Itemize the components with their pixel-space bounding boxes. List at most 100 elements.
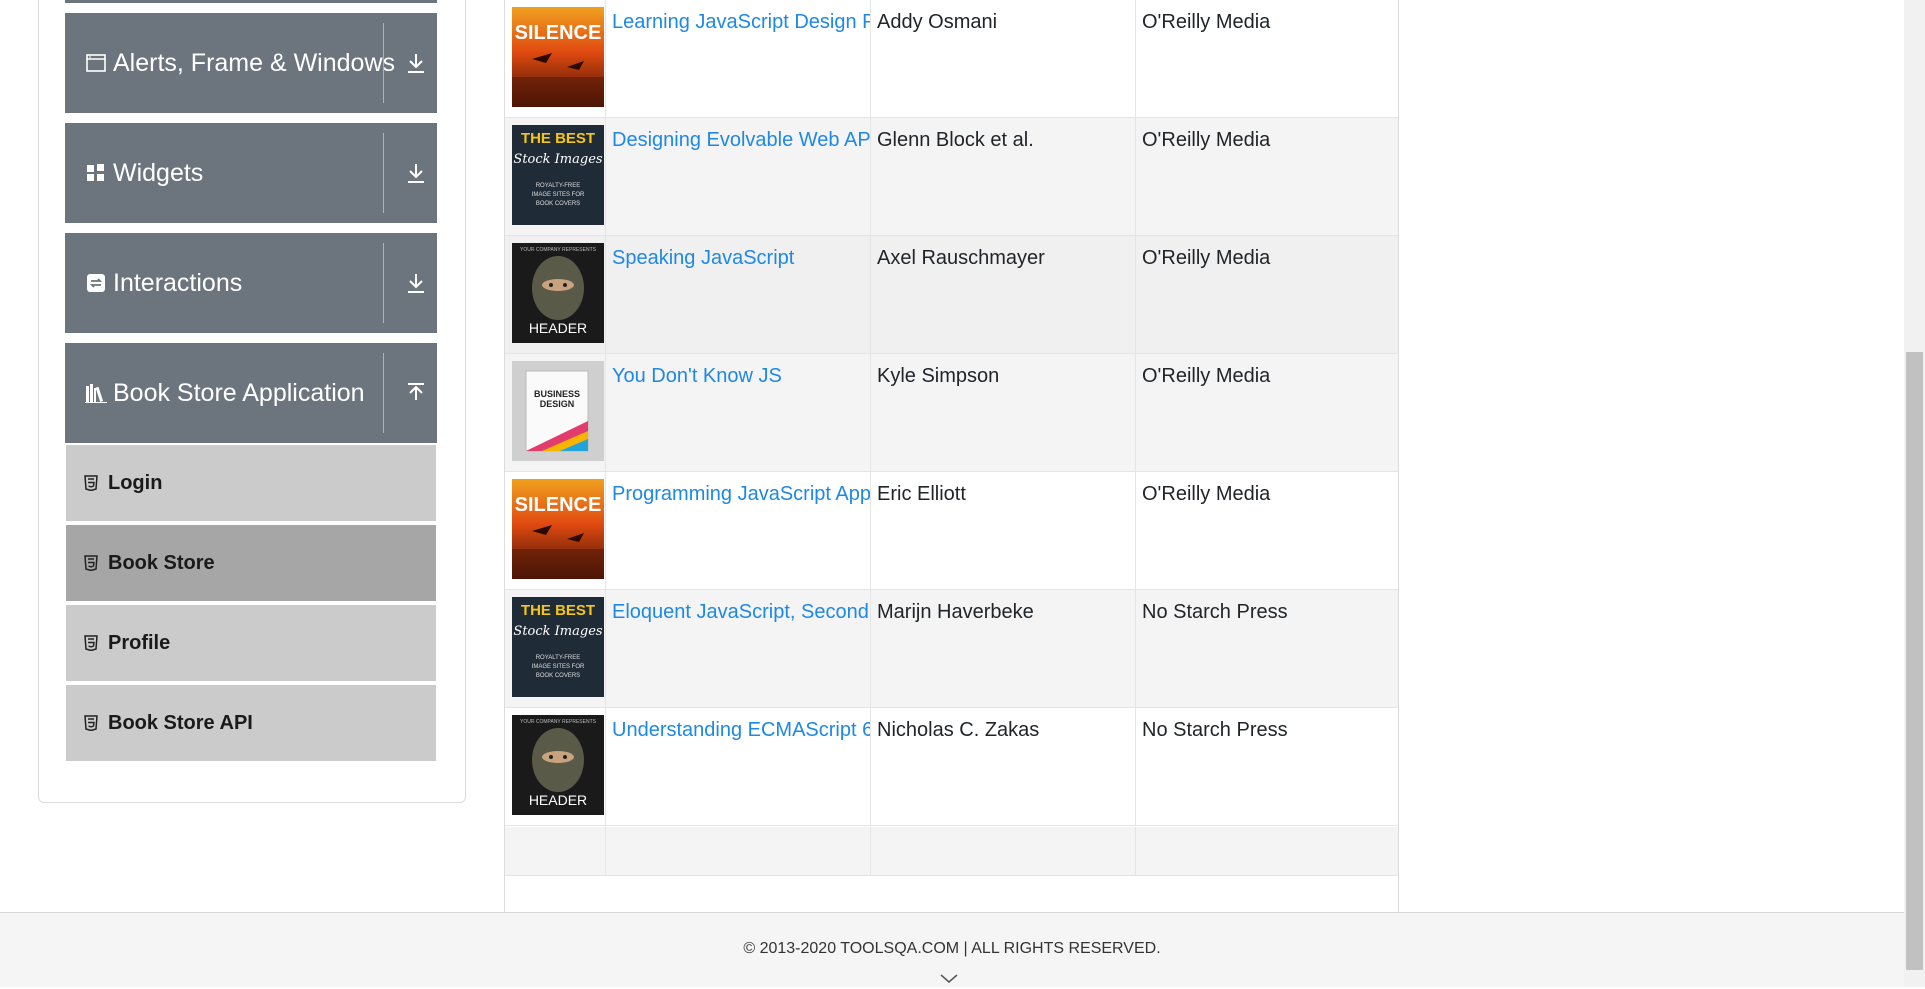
books-table: SILENCE Learning JavaScript Design Patte… (504, 0, 1399, 912)
cover-cell: THE BEST Stock Images ROYALTY-FREE IMAGE… (505, 590, 606, 707)
group-header-widgets[interactable]: Widgets (65, 123, 437, 223)
svg-text:HEADER: HEADER (529, 792, 587, 808)
group-title: Alerts, Frame & Windows (113, 48, 396, 77)
svg-text:THE BEST: THE BEST (521, 602, 595, 619)
svg-text:Stock Images: Stock Images (513, 152, 602, 167)
svg-text:SILENCE: SILENCE (515, 22, 602, 44)
menu-item-profile[interactable]: Profile (66, 603, 436, 681)
interactions-icon (85, 272, 107, 294)
table-row: THE BEST Stock Images ROYALTY-FREE IMAGE… (505, 590, 1398, 708)
svg-text:THE BEST: THE BEST (521, 130, 595, 147)
copyright-text: © 2013-2020 TOOLSQA.COM | ALL RIGHTS RES… (743, 940, 1161, 957)
svg-text:YOUR COMPANY REPRESENTS: YOUR COMPANY REPRESENTS (520, 247, 597, 253)
window-icon (85, 52, 107, 74)
book-cover-image: YOUR COMPANY REPRESENTS HEADER (512, 243, 604, 343)
group-title: Book Store Application (113, 378, 365, 407)
menu-item-label: Book Store (108, 551, 215, 574)
svg-text:DESIGN: DESIGN (540, 399, 575, 409)
menu-item-label: Profile (108, 631, 171, 654)
cover-cell: YOUR COMPANY REPRESENTS HEADER (505, 708, 606, 825)
menu-item-book-store[interactable]: Book Store (66, 523, 436, 601)
svg-text:SILENCE: SILENCE (515, 494, 602, 516)
svg-text:BOOK COVERS: BOOK COVERS (536, 673, 580, 679)
widgets-icon (85, 162, 107, 184)
book-cover-image: SILENCE (512, 479, 604, 579)
book-title-link[interactable]: Eloquent JavaScript, Second Edition (612, 601, 870, 624)
group-divider (383, 353, 384, 433)
book-publisher: O'Reilly Media (1142, 247, 1271, 269)
book-cover-image: THE BEST Stock Images ROYALTY-FREE IMAGE… (512, 125, 604, 225)
html5-icon (84, 715, 98, 731)
book-cover-image: BUSINESS DESIGN (512, 361, 604, 461)
books-icon (85, 382, 107, 404)
book-title-link[interactable]: Learning JavaScript Design Patterns (612, 11, 870, 34)
svg-text:Stock Images: Stock Images (513, 624, 602, 639)
download-arrow-icon[interactable] (395, 13, 437, 113)
table-row: YOUR COMPANY REPRESENTS HEADER Speaking … (505, 236, 1398, 354)
svg-text:HEADER: HEADER (529, 320, 587, 336)
group-divider (383, 23, 384, 103)
group-title: Interactions (113, 268, 243, 297)
book-title-link[interactable]: Understanding ECMAScript 6 (612, 719, 870, 742)
table-row: THE BEST Stock Images ROYALTY-FREE IMAGE… (505, 118, 1398, 236)
download-arrow-icon[interactable] (395, 233, 437, 333)
book-author: Axel Rauschmayer (877, 247, 1045, 269)
empty-table-row (505, 827, 1398, 876)
book-title-link[interactable]: Programming JavaScript Applications (612, 483, 870, 506)
cover-cell: SILENCE (505, 0, 606, 117)
svg-text:YOUR COMPANY REPRESENTS: YOUR COMPANY REPRESENTS (520, 719, 597, 725)
cell-divider (870, 827, 871, 875)
cover-cell: SILENCE (505, 472, 606, 589)
cell-divider (1135, 827, 1136, 875)
cover-cell: BUSINESS DESIGN (505, 354, 606, 471)
book-title-link[interactable]: Designing Evolvable Web APIs with ASP.NE… (612, 129, 870, 152)
svg-text:IMAGE SITES FOR: IMAGE SITES FOR (532, 664, 585, 670)
svg-text:BUSINESS: BUSINESS (534, 389, 580, 399)
menu-item-label: Login (108, 471, 163, 494)
svg-text:IMAGE SITES FOR: IMAGE SITES FOR (532, 192, 585, 198)
book-cover-image: YOUR COMPANY REPRESENTS HEADER (512, 715, 604, 815)
svg-text:ROYALTY-FREE: ROYALTY-FREE (536, 183, 581, 189)
book-publisher: O'Reilly Media (1142, 129, 1271, 151)
table-row: SILENCE Learning JavaScript Design Patte… (505, 0, 1398, 118)
book-publisher: O'Reilly Media (1142, 11, 1271, 33)
menu-item-login[interactable]: Login (66, 443, 436, 521)
cover-cell: YOUR COMPANY REPRESENTS HEADER (505, 236, 606, 353)
table-row: SILENCE Programming JavaScript Applicati… (505, 472, 1398, 590)
group-header-interactions[interactable]: Interactions (65, 233, 437, 333)
book-publisher: No Starch Press (1142, 719, 1288, 741)
vertical-scrollbar[interactable] (1904, 0, 1925, 987)
book-author: Glenn Block et al. (877, 129, 1034, 151)
download-arrow-icon[interactable] (395, 123, 437, 223)
book-title-link[interactable]: You Don't Know JS (612, 365, 782, 388)
book-publisher: No Starch Press (1142, 601, 1288, 623)
page-footer: © 2013-2020 TOOLSQA.COM | ALL RIGHTS RES… (0, 912, 1904, 987)
group-header-alerts-frame-windows[interactable]: Alerts, Frame & Windows (65, 13, 437, 113)
book-author: Addy Osmani (877, 11, 998, 33)
book-author: Marijn Haverbeke (877, 601, 1034, 623)
html5-icon (84, 635, 98, 651)
book-publisher: O'Reilly Media (1142, 365, 1271, 387)
scrollbar-thumb[interactable] (1906, 352, 1923, 970)
table-row: YOUR COMPANY REPRESENTS HEADER Understan… (505, 708, 1398, 826)
previous-group-header-edge[interactable] (65, 0, 437, 3)
book-title-link[interactable]: Speaking JavaScript (612, 247, 794, 270)
svg-text:BOOK COVERS: BOOK COVERS (536, 201, 580, 207)
group-divider (383, 133, 384, 213)
menu-item-label: Book Store API (108, 711, 253, 734)
cell-divider (605, 827, 606, 875)
upload-arrow-icon[interactable] (395, 343, 437, 443)
book-cover-image: SILENCE (512, 7, 604, 107)
book-author: Eric Elliott (877, 483, 966, 505)
chevron-down-icon[interactable] (940, 971, 958, 989)
svg-text:ROYALTY-FREE: ROYALTY-FREE (536, 655, 581, 661)
book-publisher: O'Reilly Media (1142, 483, 1271, 505)
menu-item-book-store-api[interactable]: Book Store API (66, 683, 436, 761)
html5-icon (84, 475, 98, 491)
table-row: BUSINESS DESIGN You Don't Know JS Kyle S… (505, 354, 1398, 472)
book-author: Kyle Simpson (877, 365, 1000, 387)
html5-icon (84, 555, 98, 571)
cover-cell: THE BEST Stock Images ROYALTY-FREE IMAGE… (505, 118, 606, 235)
group-title: Widgets (113, 158, 204, 187)
group-header-book-store-application[interactable]: Book Store Application (65, 343, 437, 443)
